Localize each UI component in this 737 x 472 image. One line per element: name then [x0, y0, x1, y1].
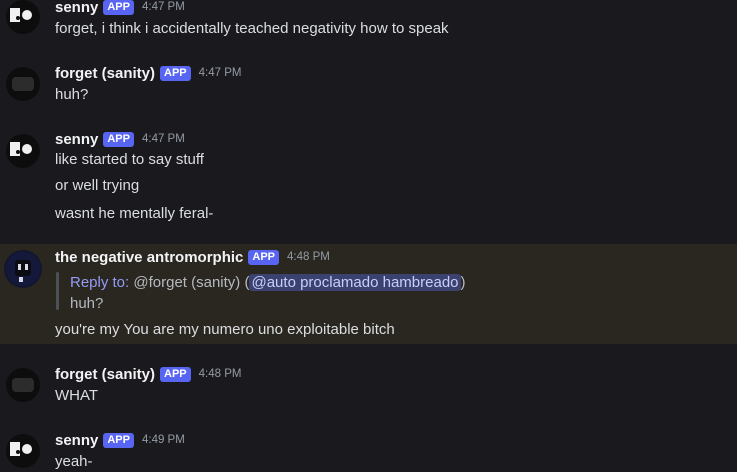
skull-avatar-icon — [6, 67, 40, 101]
skull-avatar-icon — [6, 368, 40, 402]
message: senny APP 4:47 PM forget, i think i acci… — [0, 0, 737, 50]
message-text: or well trying — [55, 177, 140, 194]
message-text: wasnt he mentally feral- — [55, 205, 214, 222]
skull-avatar-icon — [6, 434, 40, 468]
message: forget (sanity) APP 4:47 PM huh? — [0, 55, 737, 115]
message-text: WHAT — [55, 387, 99, 404]
timestamp[interactable]: 4:49 PM — [142, 434, 185, 446]
message-text: yeah- — [55, 453, 93, 470]
avatar[interactable] — [4, 0, 42, 36]
message-highlighted: the negative antromorphic APP 4:48 PM Re… — [0, 244, 737, 344]
mention[interactable]: @auto proclamado hambreado — [249, 274, 461, 291]
avatar[interactable] — [4, 132, 42, 170]
avatar[interactable] — [4, 366, 42, 404]
skull-avatar-icon — [6, 0, 40, 34]
author-name[interactable]: senny — [55, 131, 98, 148]
app-badge: APP — [103, 131, 134, 147]
app-badge: APP — [103, 0, 134, 15]
timestamp[interactable]: 4:47 PM — [142, 1, 185, 13]
timestamp[interactable]: 4:47 PM — [199, 67, 242, 79]
app-badge: APP — [103, 432, 134, 448]
reply-label: Reply to: — [70, 274, 130, 291]
author-name[interactable]: forget (sanity) — [55, 366, 155, 383]
author-name[interactable]: senny — [55, 432, 98, 449]
author-name[interactable]: senny — [55, 0, 98, 16]
message: forget (sanity) APP 4:48 PM WHAT — [0, 356, 737, 416]
skull-avatar-icon — [6, 134, 40, 168]
message-text: you're my You are my numero uno exploita… — [55, 321, 395, 338]
author-name[interactable]: the negative antromorphic — [55, 249, 243, 266]
message-text: forget, i think i accidentally teached n… — [55, 20, 449, 37]
reply-user[interactable]: @forget (sanity) — [133, 274, 240, 291]
message: senny APP 4:47 PM like started to say st… — [0, 122, 737, 232]
reply-quote: huh? — [70, 295, 104, 312]
app-badge: APP — [160, 65, 191, 81]
reply-line[interactable]: Reply to: @forget (sanity) (@auto procla… — [70, 273, 466, 293]
avatar[interactable] — [4, 432, 42, 470]
reply-close-paren: ) — [460, 274, 466, 291]
timestamp[interactable]: 4:47 PM — [142, 133, 185, 145]
reply-bar — [56, 272, 59, 310]
app-badge: APP — [248, 249, 279, 265]
message-text: like started to say stuff — [55, 151, 204, 168]
avatar[interactable] — [4, 65, 42, 103]
app-badge: APP — [160, 366, 191, 382]
avatar[interactable] — [4, 250, 42, 288]
message-text: huh? — [55, 86, 89, 103]
timestamp[interactable]: 4:48 PM — [199, 368, 242, 380]
negative-avatar-icon — [6, 252, 40, 286]
timestamp[interactable]: 4:48 PM — [287, 251, 330, 263]
message: senny APP 4:49 PM yeah- — [0, 422, 737, 472]
author-name[interactable]: forget (sanity) — [55, 65, 155, 82]
